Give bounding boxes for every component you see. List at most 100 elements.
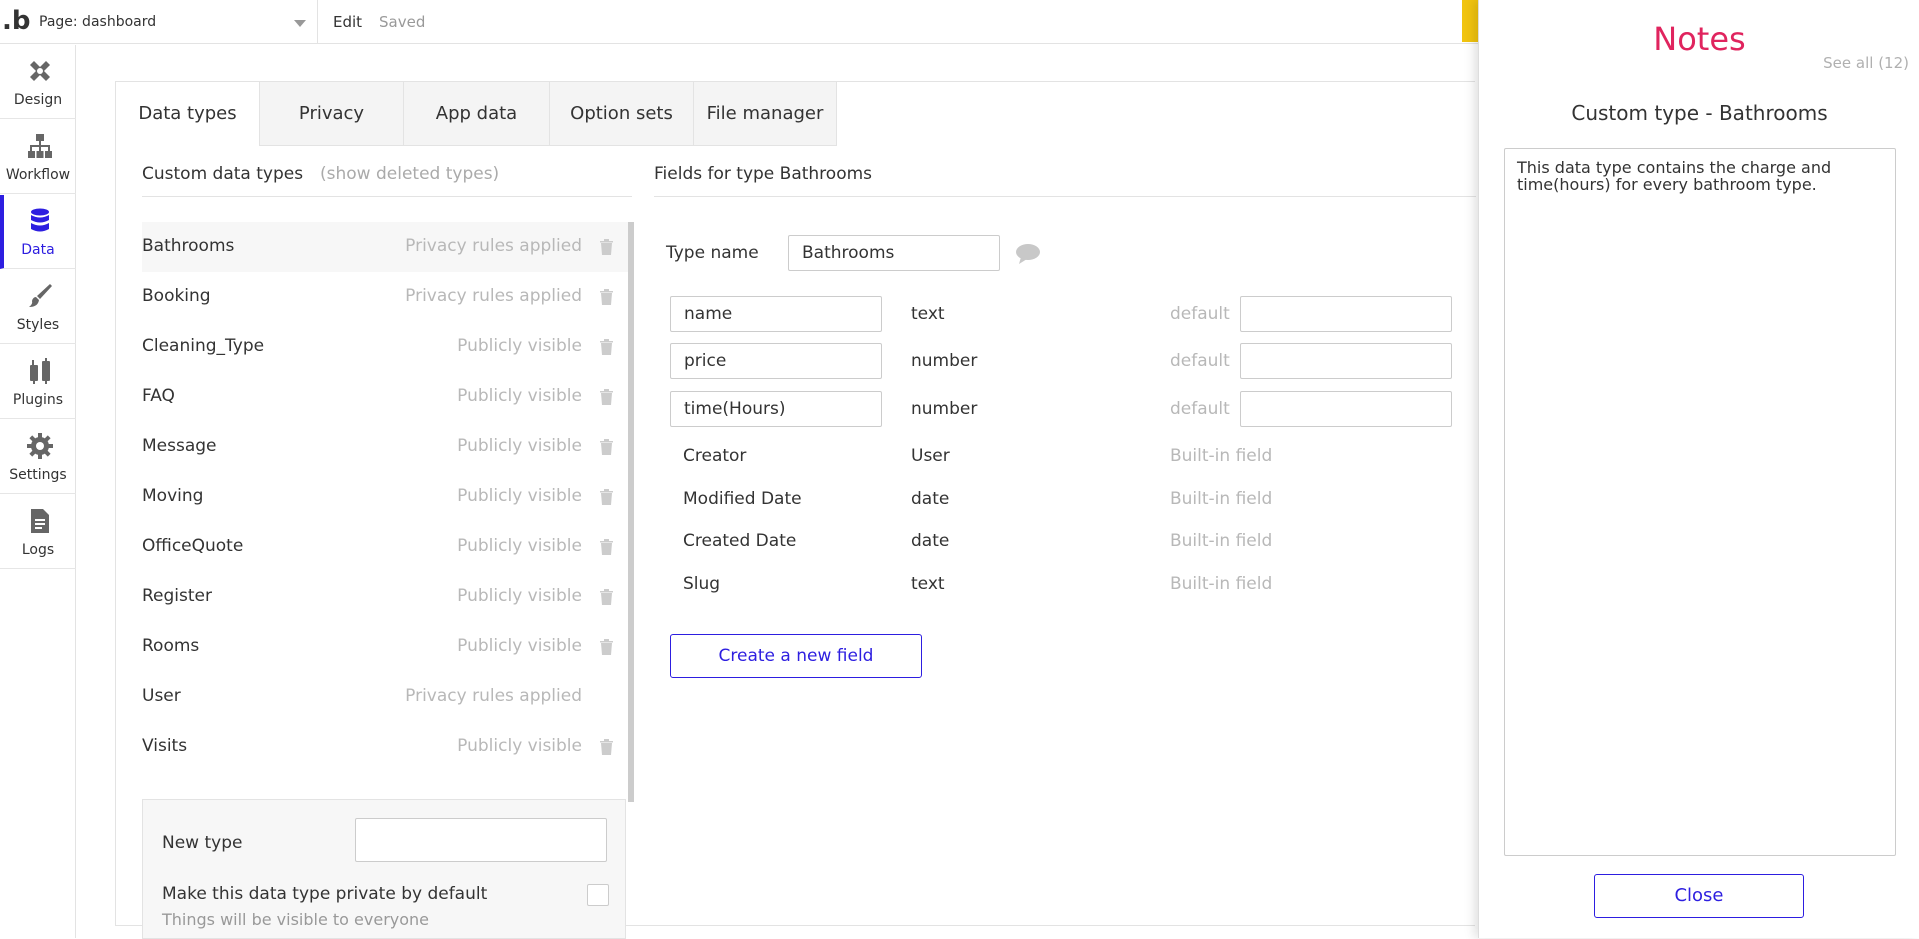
tab-option-sets[interactable]: Option sets xyxy=(550,82,694,146)
default-label: default xyxy=(1170,304,1230,324)
brush-icon xyxy=(29,284,52,307)
type-name: Message xyxy=(142,436,217,456)
type-row[interactable]: Message Publicly visible xyxy=(142,422,632,472)
type-row[interactable]: Moving Publicly visible xyxy=(142,472,632,522)
type-name: Visits xyxy=(142,736,188,756)
tab-privacy[interactable]: Privacy xyxy=(260,82,404,146)
new-type-input[interactable] xyxy=(355,818,607,862)
custom-types-title: Custom data types xyxy=(142,164,304,184)
trash-icon[interactable] xyxy=(600,439,613,455)
close-button[interactable]: Close xyxy=(1594,874,1804,918)
comment-icon[interactable] xyxy=(1015,243,1041,265)
trash-icon[interactable] xyxy=(600,289,613,305)
left-rail: Design Workflow Data Styles Plugins Sett… xyxy=(0,45,76,938)
type-row[interactable]: Booking Privacy rules applied xyxy=(142,272,632,322)
type-name: User xyxy=(142,686,181,706)
field-type[interactable]: number xyxy=(911,399,977,419)
type-row[interactable]: Cleaning_Type Publicly visible xyxy=(142,322,632,372)
builtin-field-type: User xyxy=(911,446,950,466)
trash-icon[interactable] xyxy=(600,739,613,755)
types-list: Bathrooms Privacy rules applied Booking … xyxy=(142,222,632,802)
field-name-input[interactable]: time(Hours) xyxy=(670,391,882,427)
type-status: Privacy rules applied xyxy=(405,286,582,306)
private-default-label: Make this data type private by default xyxy=(162,884,488,904)
type-status: Publicly visible xyxy=(457,486,582,506)
bubble-logo: .b xyxy=(2,6,31,36)
divider xyxy=(654,196,1476,197)
database-icon xyxy=(31,208,49,232)
default-input[interactable] xyxy=(1240,343,1452,379)
workflow-icon xyxy=(28,134,52,158)
page-selector[interactable]: Page: dashboard xyxy=(30,10,314,34)
rail-item-design[interactable]: Design xyxy=(0,45,76,119)
builtin-label: Built-in field xyxy=(1170,489,1273,509)
rail-item-workflow[interactable]: Workflow xyxy=(0,120,76,194)
field-type[interactable]: text xyxy=(911,304,945,324)
rail-label: Logs xyxy=(21,542,55,558)
rail-item-plugins[interactable]: Plugins xyxy=(0,345,76,419)
type-name: OfficeQuote xyxy=(142,536,244,556)
highlight-tab[interactable] xyxy=(1462,0,1478,42)
tab-data-types[interactable]: Data types xyxy=(116,82,260,146)
builtin-field-type: date xyxy=(911,531,950,551)
save-status: Saved xyxy=(379,13,426,31)
trash-icon[interactable] xyxy=(600,589,613,605)
type-status: Publicly visible xyxy=(457,736,582,756)
create-field-button[interactable]: Create a new field xyxy=(670,634,922,678)
default-input[interactable] xyxy=(1240,296,1452,332)
divider xyxy=(317,0,318,44)
notes-panel: Notes See all (12) Custom type - Bathroo… xyxy=(1478,0,1919,938)
page-selector-label: Page: dashboard xyxy=(39,14,157,30)
trash-icon[interactable] xyxy=(600,639,613,655)
type-name-input[interactable]: Bathrooms xyxy=(788,235,1000,271)
tab-app-data[interactable]: App data xyxy=(404,82,550,146)
builtin-field-name: Created Date xyxy=(683,531,797,551)
show-deleted-link[interactable]: (show deleted types) xyxy=(320,164,499,184)
trash-icon[interactable] xyxy=(600,539,613,555)
type-status: Publicly visible xyxy=(457,586,582,606)
type-row[interactable]: Register Publicly visible xyxy=(142,572,632,622)
field-type[interactable]: number xyxy=(911,351,977,371)
rail-item-styles[interactable]: Styles xyxy=(0,270,76,344)
rail-label: Data xyxy=(21,242,55,258)
rail-label: Workflow xyxy=(5,167,71,183)
type-name: Booking xyxy=(142,286,211,306)
trash-icon[interactable] xyxy=(600,489,613,505)
rail-item-data[interactable]: Data xyxy=(0,195,76,269)
field-name-input[interactable]: price xyxy=(670,343,882,379)
type-name: Cleaning_Type xyxy=(142,336,265,356)
notes-textarea[interactable]: This data type contains the charge and t… xyxy=(1504,148,1896,856)
trash-icon[interactable] xyxy=(600,389,613,405)
builtin-label: Built-in field xyxy=(1170,531,1273,551)
notes-subtitle: Custom type - Bathrooms xyxy=(1571,101,1828,125)
builtin-label: Built-in field xyxy=(1170,446,1273,466)
rail-label: Plugins xyxy=(12,392,64,408)
private-default-checkbox[interactable] xyxy=(587,884,609,906)
trash-icon[interactable] xyxy=(600,339,613,355)
builtin-label: Built-in field xyxy=(1170,574,1273,594)
document-icon xyxy=(31,509,49,533)
rail-item-settings[interactable]: Settings xyxy=(0,420,76,494)
type-row[interactable]: OfficeQuote Publicly visible xyxy=(142,522,632,572)
see-all-link[interactable]: See all (12) xyxy=(1823,54,1909,72)
type-row[interactable]: User Privacy rules applied xyxy=(142,672,632,722)
trash-icon[interactable] xyxy=(600,239,613,255)
type-name-label: Type name xyxy=(666,243,759,263)
new-type-panel: New type Make this data type private by … xyxy=(142,799,626,939)
tab-file-manager[interactable]: File manager xyxy=(694,82,837,146)
type-row[interactable]: Visits Publicly visible xyxy=(142,722,632,772)
type-row[interactable]: Bathrooms Privacy rules applied xyxy=(142,222,632,272)
types-scrollbar[interactable] xyxy=(628,222,634,802)
default-input[interactable] xyxy=(1240,391,1452,427)
divider xyxy=(142,196,632,197)
field-name-input[interactable]: name xyxy=(670,296,882,332)
builtin-field-name: Creator xyxy=(683,446,747,466)
builtin-field-type: text xyxy=(911,574,945,594)
edit-menu[interactable]: Edit xyxy=(333,10,362,34)
type-name: Rooms xyxy=(142,636,200,656)
type-row[interactable]: FAQ Publicly visible xyxy=(142,372,632,422)
rail-item-logs[interactable]: Logs xyxy=(0,495,76,569)
type-row[interactable]: Rooms Publicly visible xyxy=(142,622,632,672)
type-status: Publicly visible xyxy=(457,536,582,556)
default-label: default xyxy=(1170,399,1230,419)
